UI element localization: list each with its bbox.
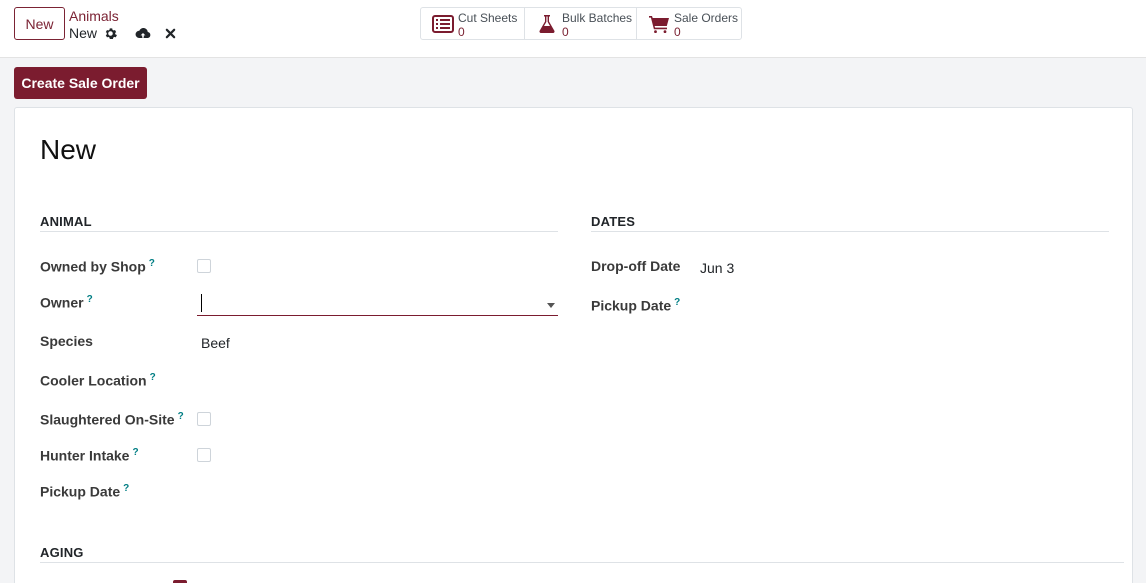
breadcrumb-current: New bbox=[69, 25, 98, 41]
cart-icon bbox=[647, 13, 671, 35]
dates-pickup-date-label: Pickup Date? bbox=[591, 297, 681, 314]
control-panel: New Animals New Cut Sheets 0 Bulk Batche… bbox=[0, 0, 1146, 58]
help-icon[interactable]: ? bbox=[123, 483, 129, 494]
save-cloud-icon[interactable] bbox=[135, 25, 151, 41]
cut-sheets-count: 0 bbox=[458, 25, 465, 39]
help-icon[interactable]: ? bbox=[149, 258, 155, 269]
breadcrumb-animals[interactable]: Animals bbox=[69, 8, 119, 24]
record-title[interactable]: New bbox=[40, 134, 96, 166]
owner-label: Owner? bbox=[40, 294, 93, 311]
smart-buttons: Cut Sheets 0 Bulk Batches 0 Sale Orders … bbox=[420, 7, 742, 40]
list-icon bbox=[431, 13, 455, 35]
bulk-batches-button[interactable]: Bulk Batches 0 bbox=[525, 8, 637, 39]
cooler-location-label: Cooler Location? bbox=[40, 372, 156, 389]
species-label: Species bbox=[40, 333, 93, 349]
owned-by-shop-checkbox[interactable] bbox=[197, 259, 211, 273]
help-icon[interactable]: ? bbox=[674, 297, 680, 308]
sale-orders-count: 0 bbox=[674, 25, 681, 39]
owned-by-shop-label: Owned by Shop? bbox=[40, 258, 155, 275]
text-caret bbox=[201, 294, 202, 312]
help-icon[interactable]: ? bbox=[178, 411, 184, 422]
cut-sheets-button[interactable]: Cut Sheets 0 bbox=[421, 8, 525, 39]
gear-icon[interactable] bbox=[102, 25, 118, 41]
species-value[interactable]: Beef bbox=[201, 335, 230, 351]
owner-input[interactable] bbox=[197, 292, 558, 316]
form-sheet: New ANIMAL Owned by Shop? Owner? Species… bbox=[14, 107, 1133, 583]
sale-orders-label: Sale Orders bbox=[674, 11, 739, 25]
animal-pickup-date-label: Pickup Date? bbox=[40, 483, 130, 500]
dropoff-date-label: Drop-off Date bbox=[591, 258, 681, 274]
discard-x-icon[interactable] bbox=[162, 25, 178, 41]
new-button[interactable]: New bbox=[14, 7, 65, 40]
animal-section-divider bbox=[40, 231, 558, 232]
dropoff-date-value[interactable]: Jun 3 bbox=[700, 260, 734, 276]
aging-section-title: AGING bbox=[40, 545, 84, 560]
help-icon[interactable]: ? bbox=[87, 294, 93, 305]
chevron-down-icon[interactable] bbox=[547, 303, 555, 308]
bulk-batches-label: Bulk Batches bbox=[562, 11, 633, 25]
bulk-batches-count: 0 bbox=[562, 25, 569, 39]
sale-orders-button[interactable]: Sale Orders 0 bbox=[637, 8, 741, 39]
aging-section-divider bbox=[40, 562, 1124, 563]
hunter-intake-checkbox[interactable] bbox=[197, 448, 211, 462]
animal-section-title: ANIMAL bbox=[40, 214, 92, 229]
dates-section-divider bbox=[591, 231, 1109, 232]
create-sale-order-button[interactable]: Create Sale Order bbox=[14, 67, 147, 99]
hunter-intake-label: Hunter Intake? bbox=[40, 447, 139, 464]
flask-icon bbox=[535, 13, 559, 35]
dates-section-title: DATES bbox=[591, 214, 636, 229]
help-icon[interactable]: ? bbox=[150, 372, 156, 383]
help-icon[interactable]: ? bbox=[132, 447, 138, 458]
slaughtered-onsite-checkbox[interactable] bbox=[197, 412, 211, 426]
cut-sheets-label: Cut Sheets bbox=[458, 11, 518, 25]
slaughtered-onsite-label: Slaughtered On-Site? bbox=[40, 411, 184, 428]
